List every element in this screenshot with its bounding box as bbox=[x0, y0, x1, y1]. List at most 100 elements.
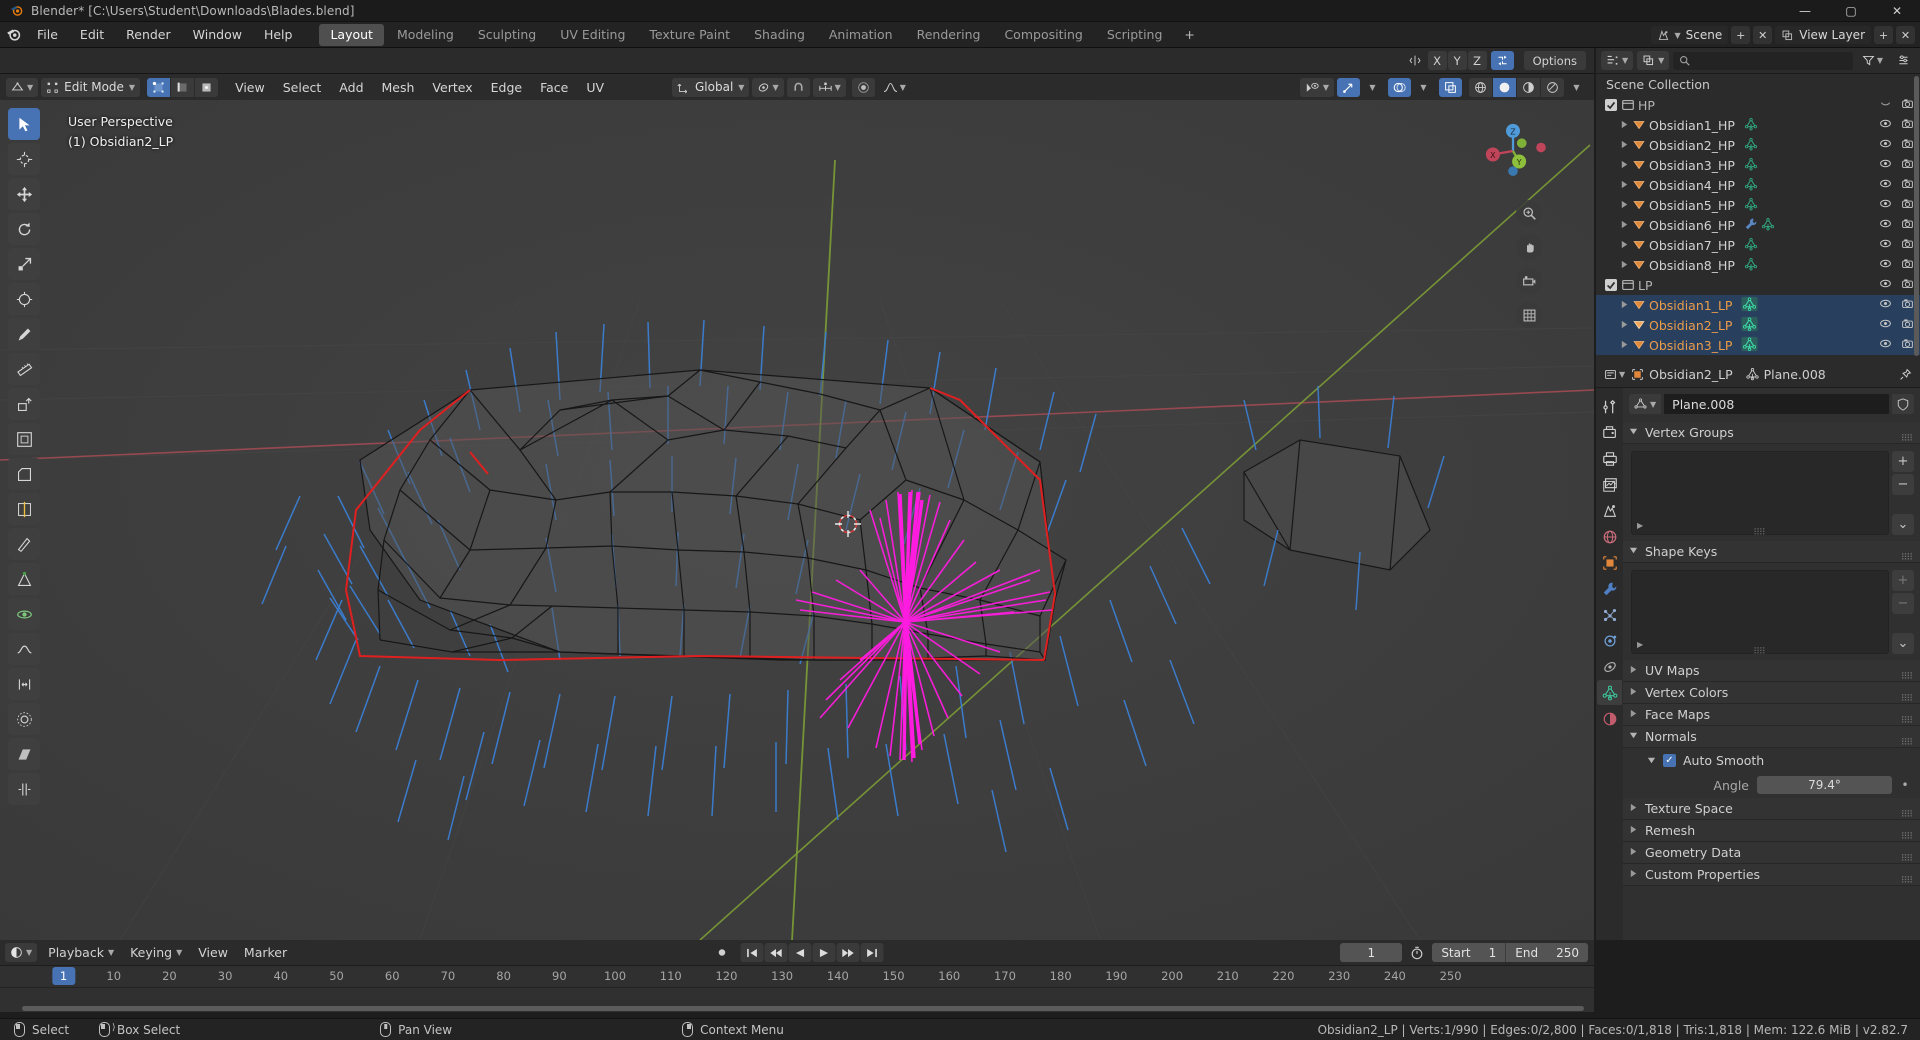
mesh-data-icon[interactable] bbox=[1744, 197, 1758, 214]
outliner-search-input[interactable] bbox=[1673, 51, 1853, 70]
gizmo-icon[interactable] bbox=[1337, 77, 1360, 97]
vertex-select-icon[interactable] bbox=[147, 77, 171, 97]
play-reverse-icon[interactable] bbox=[788, 943, 812, 962]
camera-view-icon[interactable] bbox=[1516, 268, 1542, 294]
mesh-data-icon[interactable] bbox=[1744, 177, 1758, 194]
viewport-menu-add[interactable]: Add bbox=[330, 77, 372, 97]
camera-icon[interactable] bbox=[1901, 337, 1914, 353]
edge-slide-tool-button[interactable] bbox=[8, 668, 40, 700]
outliner-item-label[interactable]: Obsidian2_HP bbox=[1649, 138, 1735, 153]
edge-select-icon[interactable] bbox=[171, 77, 195, 97]
viewport-menu-view[interactable]: View bbox=[226, 77, 274, 97]
panel-toggle-icon[interactable] bbox=[1629, 731, 1639, 742]
pivot-point-icon[interactable]: ▼ bbox=[752, 77, 784, 97]
expand-arrow-icon[interactable] bbox=[1618, 180, 1630, 191]
camera-icon[interactable] bbox=[1901, 177, 1914, 193]
outliner-item-label[interactable]: Obsidian3_HP bbox=[1649, 158, 1735, 173]
vertex-groups-list[interactable]: ▶ + − ⌄ bbox=[1631, 451, 1914, 535]
spin-tool-button[interactable] bbox=[8, 598, 40, 630]
auto-smooth-checkbox[interactable]: ✓ bbox=[1663, 753, 1676, 767]
play-icon[interactable] bbox=[812, 943, 836, 962]
chevron-down-icon[interactable] bbox=[1879, 97, 1892, 113]
gizmo-chevron-icon[interactable]: ▼ bbox=[1363, 78, 1382, 97]
shrink-fatten-tool-button[interactable] bbox=[8, 703, 40, 735]
outliner-filter-settings-icon[interactable] bbox=[1892, 51, 1915, 70]
list-grip-icon[interactable] bbox=[1754, 643, 1766, 654]
list-expand-icon[interactable]: ▶ bbox=[1637, 640, 1643, 649]
outliner-item-label[interactable]: Obsidian8_HP bbox=[1649, 258, 1735, 273]
bevel-tool-button[interactable] bbox=[8, 458, 40, 490]
properties-tab-particles[interactable] bbox=[1597, 602, 1622, 627]
list-grip-icon[interactable] bbox=[1754, 524, 1766, 535]
menu-window[interactable]: Window bbox=[182, 22, 253, 47]
auto-mirror-icon[interactable] bbox=[1490, 51, 1514, 70]
panel-toggle-icon[interactable] bbox=[1629, 803, 1639, 814]
eye-icon[interactable] bbox=[1879, 217, 1892, 233]
app-menu-button[interactable] bbox=[0, 22, 26, 47]
properties-tab-render[interactable] bbox=[1597, 420, 1622, 445]
remove-button[interactable]: − bbox=[1892, 593, 1914, 614]
proportional-edit-icon[interactable] bbox=[851, 77, 875, 97]
viewport-options-button[interactable]: Options bbox=[1523, 51, 1586, 70]
eye-icon[interactable] bbox=[1879, 337, 1892, 353]
viewport-menu-edge[interactable]: Edge bbox=[482, 77, 531, 97]
workspace-tab-compositing[interactable]: Compositing bbox=[993, 24, 1093, 46]
overlays-chevron-icon[interactable]: ▼ bbox=[1414, 78, 1433, 97]
panel-toggle-icon[interactable] bbox=[1629, 847, 1639, 858]
breadcrumb-object-label[interactable]: Obsidian2_LP bbox=[1649, 367, 1732, 382]
collection-checkbox[interactable] bbox=[1602, 279, 1619, 291]
viewport-menu-face[interactable]: Face bbox=[531, 77, 577, 97]
panel-toggle-icon[interactable] bbox=[1629, 546, 1639, 557]
eye-icon[interactable] bbox=[1879, 137, 1892, 153]
panel-toggle-icon[interactable] bbox=[1629, 665, 1639, 676]
face-select-icon[interactable] bbox=[195, 77, 219, 97]
rip-region-tool-button[interactable] bbox=[8, 773, 40, 805]
workspace-tab-texture-paint[interactable]: Texture Paint bbox=[638, 24, 741, 46]
viewport-menu-uv[interactable]: UV bbox=[577, 77, 613, 97]
workspace-tab-uv-editing[interactable]: UV Editing bbox=[549, 24, 636, 46]
specials-menu-button[interactable]: ⌄ bbox=[1892, 514, 1914, 535]
camera-icon[interactable] bbox=[1901, 117, 1914, 133]
next-keyframe-icon[interactable] bbox=[836, 943, 860, 962]
outliner-row-obsidian2_hp[interactable]: Obsidian2_HP bbox=[1596, 135, 1920, 155]
camera-icon[interactable] bbox=[1901, 197, 1914, 213]
workspace-tab-scripting[interactable]: Scripting bbox=[1096, 24, 1174, 46]
expand-arrow-icon[interactable] bbox=[1618, 200, 1630, 211]
wireframe-shading-icon[interactable] bbox=[1469, 77, 1492, 97]
shading-chevron-icon[interactable]: ▼ bbox=[1567, 78, 1586, 97]
outliner-row-lp[interactable]: LP bbox=[1596, 275, 1920, 295]
properties-tab-output[interactable] bbox=[1597, 446, 1622, 471]
properties-editor-type-icon[interactable]: ▼ bbox=[1604, 365, 1625, 384]
auto-keying-icon[interactable] bbox=[711, 943, 734, 962]
expand-arrow-icon[interactable] bbox=[1618, 160, 1630, 171]
maximize-button[interactable]: ▢ bbox=[1828, 0, 1874, 22]
outliner-editor-type-icon[interactable]: ▼ bbox=[1601, 51, 1634, 70]
snap-target-icon[interactable]: ▼ bbox=[812, 77, 846, 97]
workspace-tab-modeling[interactable]: Modeling bbox=[386, 24, 465, 46]
outliner-filter-icon[interactable]: ▼ bbox=[1857, 51, 1888, 70]
expand-arrow-icon[interactable] bbox=[1618, 120, 1630, 131]
outliner-search-field[interactable] bbox=[1695, 53, 1847, 68]
outliner-item-label[interactable]: Obsidian2_LP bbox=[1649, 318, 1732, 333]
list-area[interactable]: ▶ bbox=[1631, 451, 1889, 535]
inset-faces-tool-button[interactable] bbox=[8, 423, 40, 455]
expand-arrow-icon[interactable] bbox=[1618, 240, 1630, 251]
properties-tab-constraints[interactable] bbox=[1597, 654, 1622, 679]
auto-smooth-toggle-icon[interactable] bbox=[1647, 753, 1656, 768]
mesh-data-icon[interactable] bbox=[1741, 336, 1758, 355]
mesh-data-icon[interactable] bbox=[1744, 137, 1758, 154]
modifier-icon[interactable] bbox=[1744, 217, 1758, 234]
panel-toggle-icon[interactable] bbox=[1629, 825, 1639, 836]
eye-icon[interactable] bbox=[1879, 277, 1892, 293]
panel-header-face-maps[interactable]: Face Maps bbox=[1623, 704, 1920, 726]
timeline-ruler[interactable]: 10 20 30 40 50 60 70 80 90 100 110 120 130 140 150 160 1… bbox=[0, 966, 1594, 988]
panel-toggle-icon[interactable] bbox=[1629, 869, 1639, 880]
panel-header-custom-properties[interactable]: Custom Properties bbox=[1623, 864, 1920, 886]
camera-icon[interactable] bbox=[1901, 157, 1914, 173]
list-expand-icon[interactable]: ▶ bbox=[1637, 521, 1643, 530]
mesh-data-icon[interactable] bbox=[1744, 157, 1758, 174]
panel-header-remesh[interactable]: Remesh bbox=[1623, 820, 1920, 842]
properties-tab-material[interactable] bbox=[1597, 706, 1622, 731]
camera-icon[interactable] bbox=[1901, 317, 1914, 333]
outliner-row-obsidian8_hp[interactable]: Obsidian8_HP bbox=[1596, 255, 1920, 275]
